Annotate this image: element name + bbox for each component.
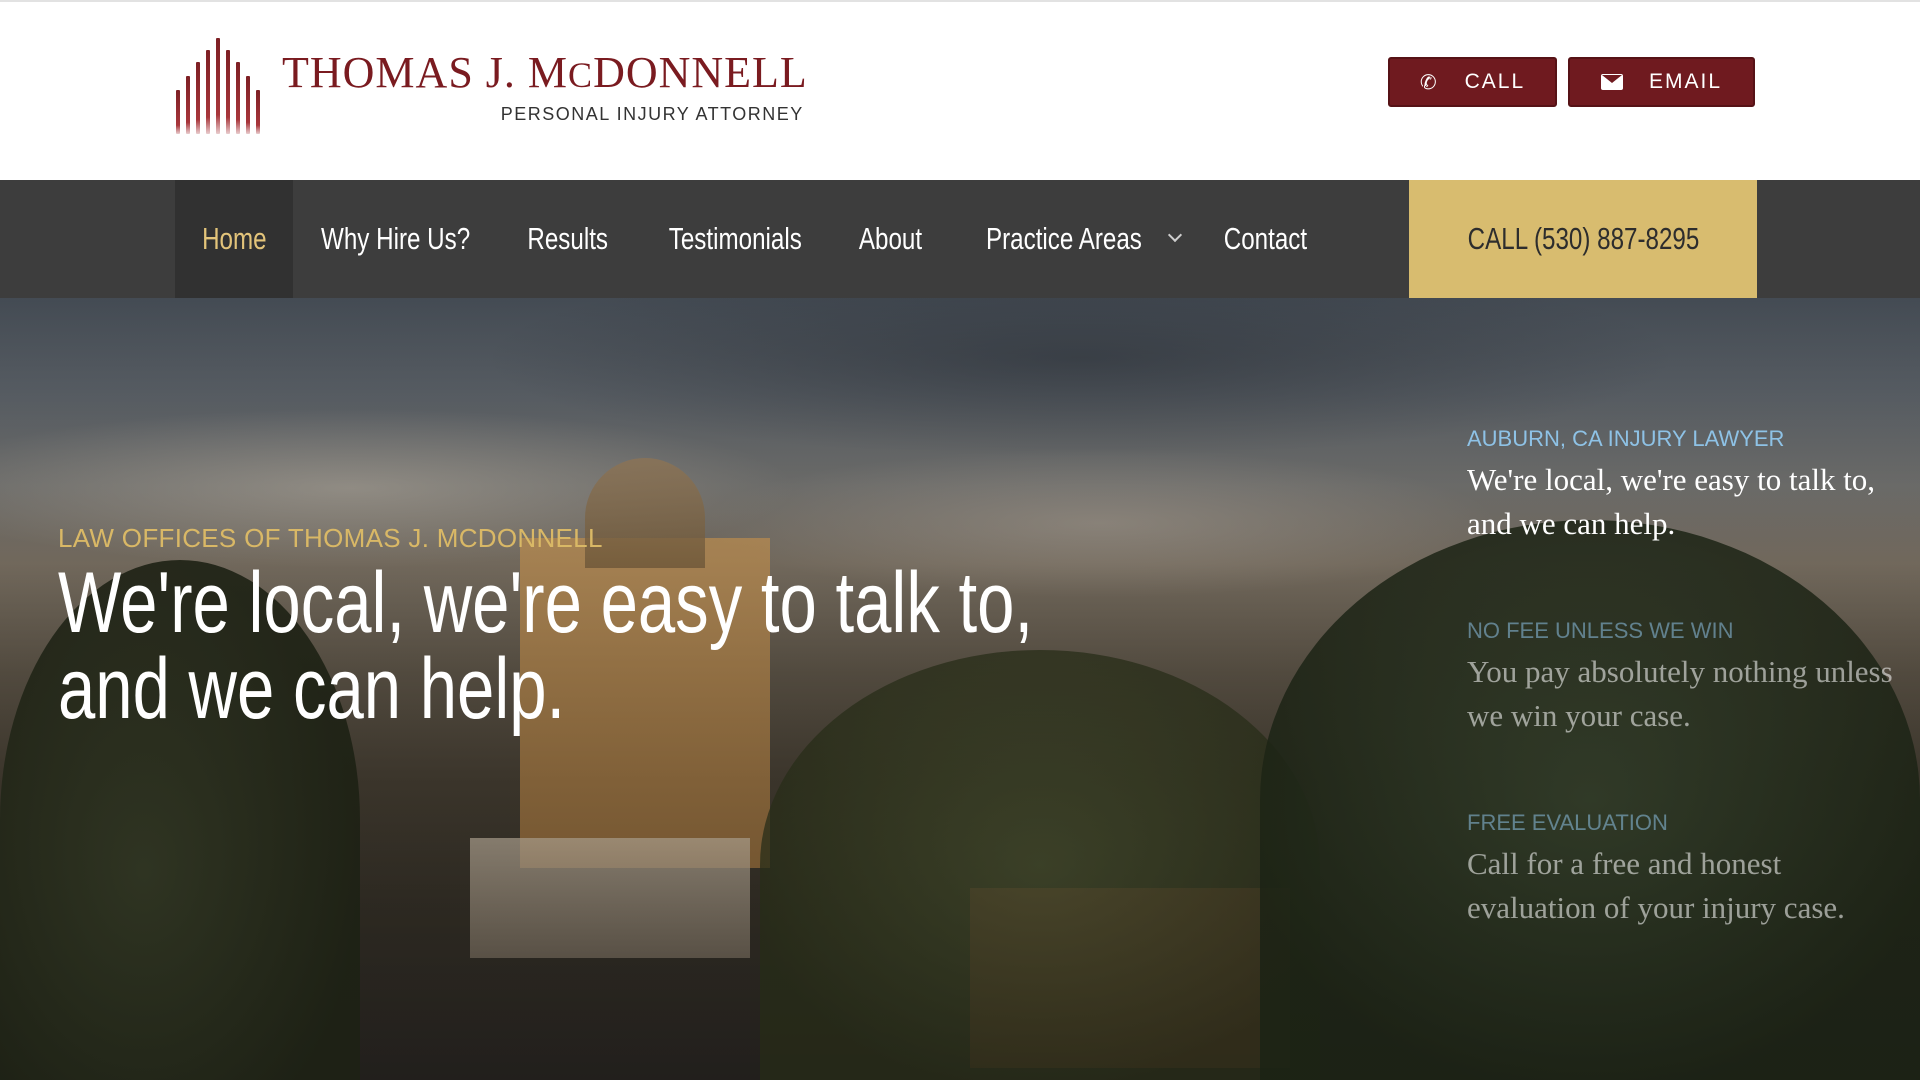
- site-logo[interactable]: THOMAS J. MCDONNELL PERSONAL INJURY ATTO…: [174, 38, 808, 138]
- side-panel-eyebrow: NO FEE UNLESS WE WIN: [1467, 618, 1734, 643]
- side-panel-eyebrow: FREE EVALUATION: [1467, 810, 1668, 835]
- logo-subtitle: PERSONAL INJURY ATTORNEY: [500, 104, 804, 124]
- email-button-label: EMAIL: [1648, 70, 1723, 93]
- hero-title-line: We're local, we're easy to talk to,: [58, 555, 1034, 651]
- nav-item-contact[interactable]: Contact: [1200, 180, 1330, 298]
- side-panel-no-fee[interactable]: NO FEE UNLESS WE WIN You pay absolutely …: [1467, 618, 1907, 738]
- hero-background-dome: [585, 458, 705, 568]
- hero-title: We're local, we're easy to talk to, and …: [58, 560, 1098, 732]
- side-panel-free-evaluation[interactable]: FREE EVALUATION Call for a free and hone…: [1467, 810, 1907, 930]
- call-button-label: CALL: [1464, 70, 1526, 93]
- side-panel-text: We're local, we're easy to talk to, and …: [1467, 462, 1876, 541]
- logo-bars-icon: [174, 38, 262, 134]
- hero-title-line: and we can help.: [58, 641, 566, 737]
- side-panel-text: Call for a free and honest evaluation of…: [1467, 846, 1845, 925]
- nav-item-testimonials[interactable]: Testimonials: [640, 180, 830, 298]
- hero-eyebrow: LAW OFFICES OF THOMAS J. MCDONNELL: [58, 523, 603, 553]
- nav-item-practice-areas[interactable]: Practice Areas: [952, 180, 1192, 298]
- envelope-icon: [1600, 74, 1623, 90]
- side-panel-eyebrow: AUBURN, CA INJURY LAWYER: [1467, 426, 1785, 451]
- nav-item-about[interactable]: About: [836, 180, 946, 298]
- phone-icon: ✆: [1419, 71, 1439, 94]
- nav-item-home[interactable]: Home: [175, 180, 293, 298]
- side-panel-local[interactable]: AUBURN, CA INJURY LAWYER We're local, we…: [1467, 426, 1907, 546]
- site-header: THOMAS J. MCDONNELL PERSONAL INJURY ATTO…: [0, 0, 1920, 180]
- side-panel-text: You pay absolutely nothing unless we win…: [1467, 654, 1893, 733]
- chevron-down-icon: [1167, 227, 1183, 243]
- call-button[interactable]: ✆ CALL: [1388, 57, 1557, 107]
- hero-background-house: [470, 838, 750, 958]
- nav-item-results[interactable]: Results: [503, 180, 633, 298]
- logo-text: THOMAS J. MCDONNELL PERSONAL INJURY ATTO…: [282, 38, 808, 125]
- logo-name: THOMAS J. MCDONNELL: [282, 48, 808, 97]
- main-nav: Home Why Hire Us? Results Testimonials A…: [0, 180, 1920, 298]
- nav-call-phone-button[interactable]: CALL (530) 887-8295: [1409, 180, 1757, 298]
- email-button[interactable]: EMAIL: [1568, 57, 1755, 107]
- hero-section: LAW OFFICES OF THOMAS J. MCDONNELL We're…: [0, 298, 1920, 1080]
- hero-background-trees: [1260, 520, 1920, 1080]
- nav-item-why-hire-us[interactable]: Why Hire Us?: [296, 180, 496, 298]
